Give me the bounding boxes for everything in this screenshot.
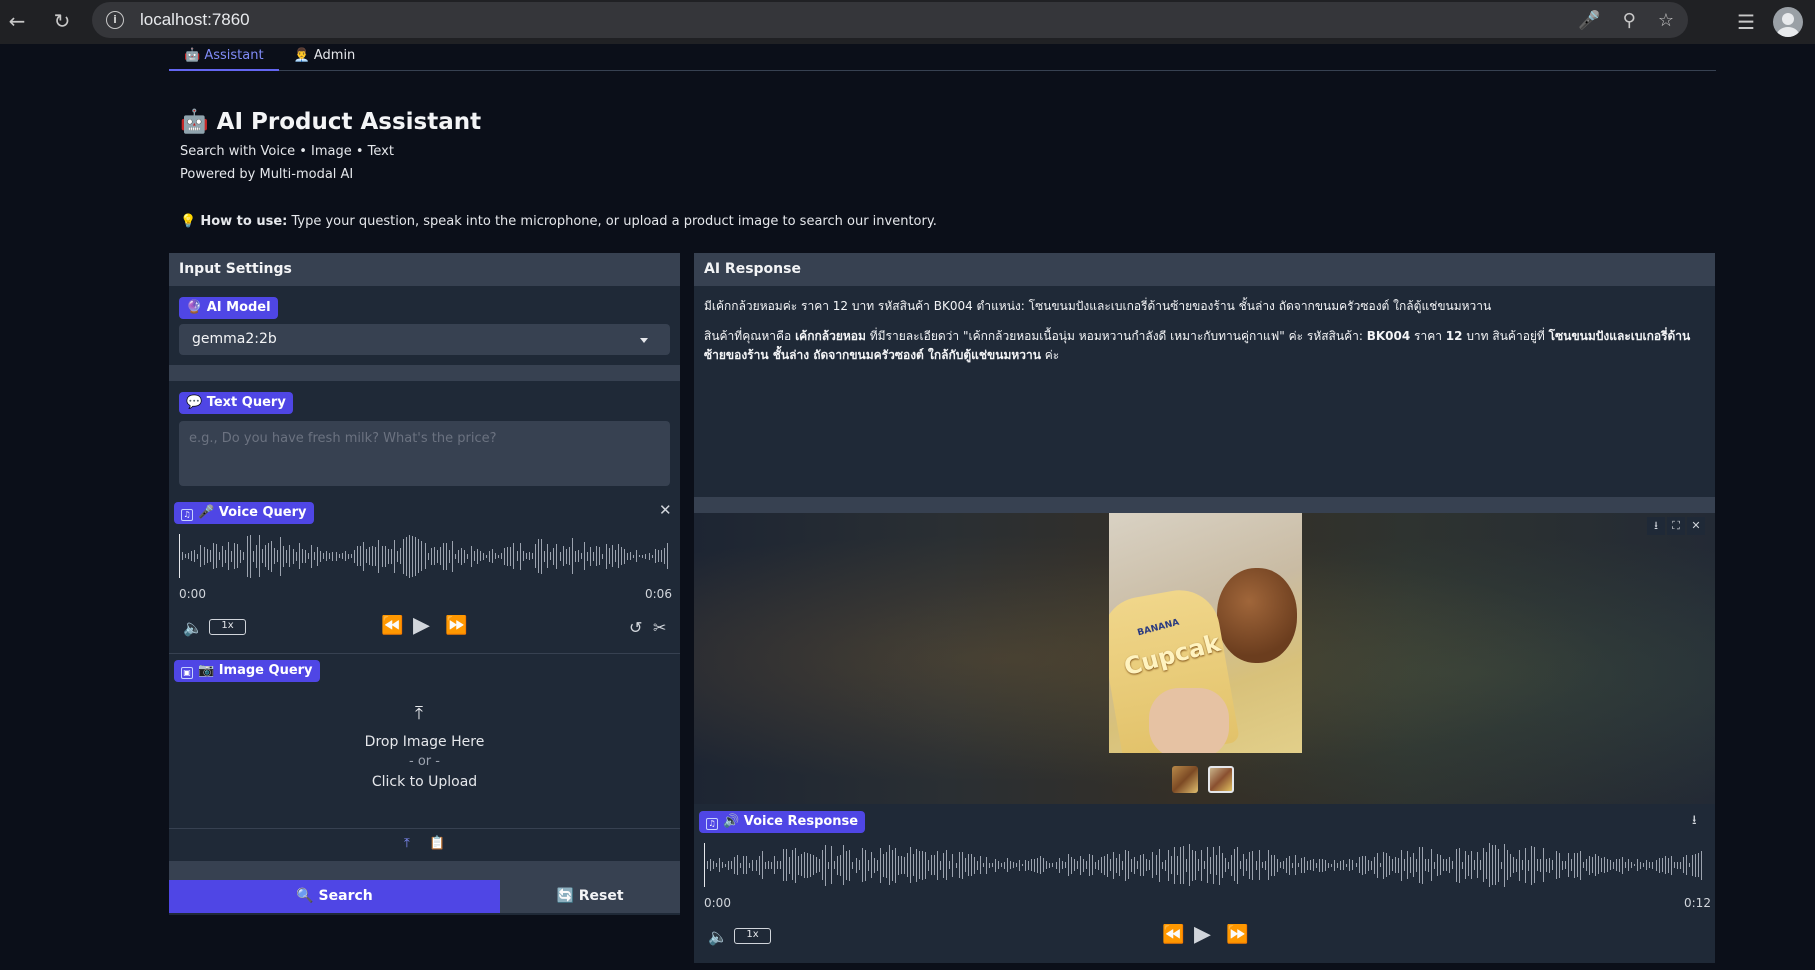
clipboard-icon[interactable]: 📋 [429, 836, 445, 851]
how-to-text: Type your question, speak into the micro… [287, 214, 937, 229]
zoom-icon[interactable]: ⚲ [1623, 10, 1636, 31]
input-settings-panel: Input Settings 🔮 AI Model gemma2:2b 💬 Te… [169, 253, 680, 915]
playback-speed-button[interactable]: 1x [734, 928, 771, 944]
tab-assistant[interactable]: 🤖 Assistant [169, 46, 279, 71]
how-to-use: 💡 How to use: Type your question, speak … [180, 214, 937, 229]
microphone-icon[interactable]: 🎤 [1578, 10, 1600, 31]
gallery-thumbnail-1[interactable] [1172, 766, 1198, 793]
playback-speed-button[interactable]: 1x [209, 619, 246, 635]
voice-response-time-start: 0:00 [704, 896, 731, 910]
reset-button[interactable]: 🔄 Reset [500, 880, 680, 913]
chevron-down-icon[interactable] [640, 338, 648, 343]
divider [169, 861, 680, 880]
divider [169, 365, 680, 381]
model-select[interactable]: gemma2:2b [179, 324, 670, 355]
reload-icon[interactable]: ↻ [47, 6, 77, 36]
response-text: มีเค้กกล้วยหอมค่ะ ราคา 12 บาท รหัสสินค้า… [704, 297, 1704, 376]
image-query-label: ▣ 📷 Image Query [174, 660, 320, 682]
model-select-value: gemma2:2b [192, 331, 277, 347]
response-paragraph-2: สินค้าที่คุณหาคือ เค้กกล้วยหอม ที่มีรายล… [704, 329, 1691, 362]
result-image-gallery: ⭳ ⛶ ✕ BANANA Cupcak [694, 513, 1715, 804]
ai-model-label: 🔮 AI Model [179, 297, 278, 319]
ai-response-panel: AI Response มีเค้กกล้วยหอมค่ะ ราคา 12 บา… [694, 253, 1715, 963]
gallery-thumbnail-2[interactable] [1208, 766, 1234, 793]
volume-icon[interactable]: 🔈 [183, 618, 203, 637]
text-query-input[interactable]: e.g., Do you have fresh milk? What's the… [179, 421, 670, 486]
play-icon[interactable]: ▶ [1194, 922, 1211, 947]
text-query-label: 💬 Text Query [179, 392, 293, 414]
site-info-icon[interactable]: i [106, 11, 124, 29]
voice-download-icon[interactable]: ⭳ [1692, 811, 1697, 833]
play-icon[interactable]: ▶ [413, 613, 430, 638]
gallery-close-icon[interactable]: ✕ [1687, 517, 1705, 535]
clear-audio-icon[interactable]: ✕ [659, 501, 672, 519]
page-tagline: Powered by Multi-modal AI [180, 167, 354, 182]
lightbulb-icon: 💡 [180, 214, 197, 229]
image-icon: ▣ [181, 667, 193, 679]
fast-forward-icon[interactable]: ⏩ [445, 615, 467, 636]
music-note-icon: ♫ [181, 509, 193, 521]
undo-icon[interactable]: ↺ [629, 618, 642, 637]
page-subtitle: Search with Voice • Image • Text [180, 144, 394, 159]
upload-icon: ⤒ [415, 703, 423, 724]
gallery-download-icon[interactable]: ⭳ [1647, 517, 1665, 535]
address-bar[interactable]: i localhost:7860 🎤 ⚲ ☆ [92, 2, 1688, 38]
back-icon[interactable]: ← [2, 6, 32, 36]
product-image[interactable]: BANANA Cupcak [1109, 513, 1302, 753]
bookmark-star-icon[interactable]: ☆ [1658, 10, 1674, 31]
rewind-icon[interactable]: ⏪ [1162, 924, 1184, 945]
input-settings-title: Input Settings [169, 253, 680, 286]
ai-response-title: AI Response [694, 253, 1715, 286]
voice-query-label: ♫ 🎤 Voice Query [174, 502, 314, 524]
tab-admin[interactable]: 👨‍💼 Admin [279, 46, 371, 71]
app-tabs: 🤖 Assistant 👨‍💼 Admin [169, 46, 1716, 71]
music-note-icon: ♫ [706, 818, 718, 830]
trim-scissors-icon[interactable]: ✂ [653, 618, 666, 637]
voice-query-time-start: 0:00 [179, 587, 206, 601]
upload-source-icon[interactable]: ⤒ [404, 836, 410, 851]
profile-avatar[interactable] [1773, 7, 1803, 37]
favorites-icon[interactable]: ☰ [1737, 10, 1755, 34]
response-paragraph-1: มีเค้กกล้วยหอมค่ะ ราคา 12 บาท รหัสสินค้า… [704, 299, 1492, 313]
browser-toolbar: ← ↻ i localhost:7860 🎤 ⚲ ☆ ☰ [0, 0, 1815, 44]
voice-query-waveform[interactable] [179, 534, 670, 578]
page-title: 🤖 AI Product Assistant [180, 109, 482, 135]
voice-response-label: ♫ 🔊 Voice Response [699, 811, 866, 833]
fast-forward-icon[interactable]: ⏩ [1226, 924, 1248, 945]
voice-response-waveform[interactable] [704, 843, 1704, 887]
click-to-upload-text: Click to Upload [371, 774, 478, 790]
search-button[interactable]: 🔍 Search [169, 880, 500, 913]
voice-response-time-end: 0:12 [1684, 896, 1711, 910]
gallery-fullscreen-icon[interactable]: ⛶ [1667, 517, 1685, 535]
volume-icon[interactable]: 🔈 [708, 927, 728, 946]
image-dropzone[interactable]: ⤒ Drop Image Here - or - Click to Upload [169, 683, 680, 813]
url-text[interactable]: localhost:7860 [140, 10, 250, 30]
how-to-label: How to use: [200, 214, 288, 229]
or-text: - or - [409, 754, 440, 769]
drop-image-text: Drop Image Here [364, 734, 485, 750]
voice-query-time-end: 0:06 [645, 587, 672, 601]
rewind-icon[interactable]: ⏪ [381, 615, 403, 636]
